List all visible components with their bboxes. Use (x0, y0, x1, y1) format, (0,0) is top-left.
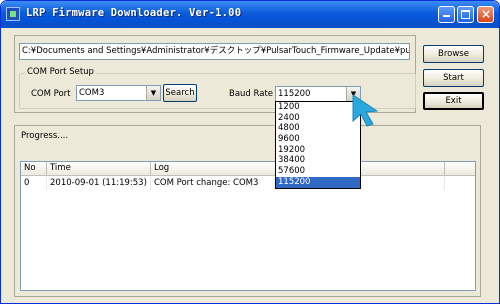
mouse-pointer-icon (352, 94, 379, 127)
baud-rate-select[interactable]: 115200 ▼ (275, 86, 361, 102)
com-port-label: COM Port (31, 89, 71, 99)
maximize-button[interactable] (457, 6, 474, 23)
baud-option[interactable]: 19200 (276, 145, 360, 156)
maximize-icon (461, 10, 470, 19)
baud-option[interactable]: 9600 (276, 134, 360, 145)
exit-button[interactable]: Exit (423, 92, 484, 110)
minimize-button[interactable] (438, 6, 455, 23)
baud-rate-dropdown-list[interactable]: 1200 2400 4800 9600 19200 38400 57600 11… (275, 101, 361, 189)
title-bar[interactable]: LRP Firmware Downloader. Ver-1.00 × (1, 1, 499, 28)
baud-option[interactable]: 38400 (276, 155, 360, 166)
window-title: LRP Firmware Downloader. Ver-1.00 (26, 7, 242, 19)
com-port-setup-label: COM Port Setup (25, 67, 96, 77)
baud-option[interactable]: 2400 (276, 113, 360, 124)
app-window: LRP Firmware Downloader. Ver-1.00 × C:¥D… (0, 0, 500, 304)
firmware-path-field[interactable]: C:¥Documents and Settings¥Administrator¥… (19, 43, 410, 60)
log-table[interactable]: No Time Log 0 2010-09-01 (11:19:53) COM … (20, 161, 476, 291)
baud-option-selected[interactable]: 115200 (276, 176, 360, 188)
browse-button[interactable]: Browse (423, 45, 484, 63)
com-port-value: COM3 (79, 88, 105, 98)
column-header-time[interactable]: Time (47, 162, 151, 176)
baud-rate-label: Baud Rate (229, 89, 274, 99)
minimize-icon (443, 15, 450, 17)
start-button[interactable]: Start (423, 69, 484, 87)
column-header-no[interactable]: No (21, 162, 47, 176)
cell-time: 2010-09-01 (11:19:53) (47, 176, 151, 190)
baud-option[interactable]: 57600 (276, 166, 360, 177)
column-header-filler (445, 162, 475, 176)
close-button[interactable]: × (477, 6, 494, 23)
table-row[interactable]: 0 2010-09-01 (11:19:53) COM Port change:… (21, 176, 475, 190)
baud-option[interactable]: 1200 (276, 102, 360, 113)
baud-option[interactable]: 4800 (276, 123, 360, 134)
com-port-select[interactable]: COM3 ▼ (76, 85, 161, 101)
close-icon: × (481, 7, 492, 21)
search-button[interactable]: Search (163, 84, 197, 102)
baud-rate-value: 115200 (278, 89, 311, 99)
progress-label: Progress.... (21, 131, 69, 141)
cell-no: 0 (21, 176, 47, 190)
app-icon (6, 7, 20, 21)
chevron-down-icon[interactable]: ▼ (146, 86, 160, 100)
